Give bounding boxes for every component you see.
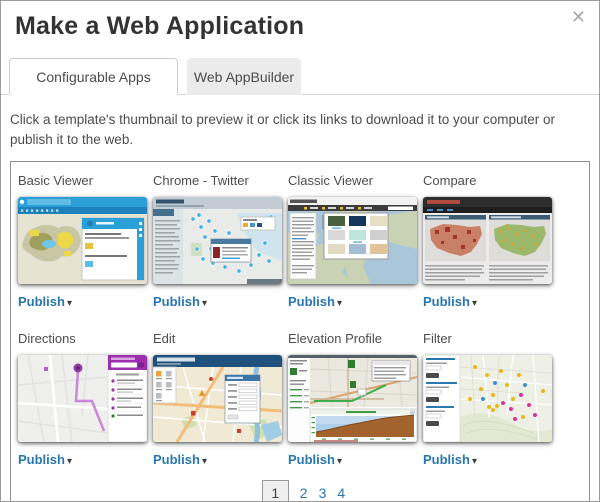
publish-menu-chrome-twitter[interactable]: Publish▾ <box>153 293 288 311</box>
edit-preview-image <box>153 355 282 442</box>
publish-caret-icon: ▾ <box>67 298 72 309</box>
publish-caret-icon: ▾ <box>337 298 342 309</box>
publish-caret-icon: ▾ <box>67 456 72 467</box>
tab-configurable-apps[interactable]: Configurable Apps <box>9 58 178 95</box>
template-title: Filter <box>423 331 558 346</box>
pagination-page-2[interactable]: 2 <box>300 485 308 501</box>
publish-link[interactable]: Publish <box>153 452 200 467</box>
elevation-profile-preview-image <box>288 355 417 442</box>
close-icon[interactable]: ✕ <box>571 8 586 26</box>
publish-caret-icon: ▾ <box>202 456 207 467</box>
template-title: Edit <box>153 331 288 346</box>
publish-menu-edit[interactable]: Publish▾ <box>153 451 288 469</box>
template-thumbnail-chrome-twitter[interactable] <box>153 197 282 284</box>
template-gallery-panel: Basic Viewer <box>10 161 590 502</box>
filter-preview-image <box>423 355 552 442</box>
publish-link[interactable]: Publish <box>18 452 65 467</box>
template-card-chrome-twitter: Chrome - Twitter <box>153 171 288 311</box>
template-card-edit: Edit <box>153 329 288 469</box>
template-thumbnail-directions[interactable] <box>18 355 147 442</box>
tab-bar: Configurable Apps Web AppBuilder <box>1 58 599 95</box>
publish-menu-compare[interactable]: Publish▾ <box>423 293 558 311</box>
compare-preview-image <box>423 197 552 284</box>
pagination-page-current[interactable]: 1 <box>262 480 289 502</box>
template-thumbnail-classic-viewer[interactable] <box>288 197 417 284</box>
dialog-header: Make a Web Application ✕ <box>1 1 599 41</box>
template-thumbnail-edit[interactable] <box>153 355 282 442</box>
pagination-page-4[interactable]: 4 <box>337 485 345 501</box>
publish-menu-basic-viewer[interactable]: Publish▾ <box>18 293 153 311</box>
pagination: 1 2 3 4 <box>18 480 589 502</box>
publish-link[interactable]: Publish <box>288 452 335 467</box>
basic-viewer-preview-image <box>18 197 147 284</box>
make-web-application-dialog: Make a Web Application ✕ Configurable Ap… <box>0 0 600 502</box>
publish-caret-icon: ▾ <box>337 456 342 467</box>
template-card-classic-viewer: Classic Viewer <box>288 171 423 311</box>
publish-caret-icon: ▾ <box>472 298 477 309</box>
publish-link[interactable]: Publish <box>423 294 470 309</box>
publish-caret-icon: ▾ <box>202 298 207 309</box>
publish-menu-elevation-profile[interactable]: Publish▾ <box>288 451 423 469</box>
publish-link[interactable]: Publish <box>423 452 470 467</box>
chrome-twitter-preview-image <box>153 197 282 284</box>
tab-web-appbuilder[interactable]: Web AppBuilder <box>187 58 301 95</box>
template-thumbnail-filter[interactable] <box>423 355 552 442</box>
publish-link[interactable]: Publish <box>288 294 335 309</box>
template-card-filter: Filter <box>423 329 558 469</box>
pagination-page-3[interactable]: 3 <box>319 485 327 501</box>
publish-link[interactable]: Publish <box>153 294 200 309</box>
template-title: Elevation Profile <box>288 331 423 346</box>
template-title: Compare <box>423 173 558 188</box>
template-grid: Basic Viewer <box>18 171 589 469</box>
template-title: Directions <box>18 331 153 346</box>
template-card-compare: Compare <box>423 171 558 311</box>
dialog-title: Make a Web Application <box>15 12 585 41</box>
template-title: Classic Viewer <box>288 173 423 188</box>
template-card-directions: Directions <box>18 329 153 469</box>
template-thumbnail-compare[interactable] <box>423 197 552 284</box>
publish-menu-directions[interactable]: Publish▾ <box>18 451 153 469</box>
publish-menu-classic-viewer[interactable]: Publish▾ <box>288 293 423 311</box>
publish-caret-icon: ▾ <box>472 456 477 467</box>
template-thumbnail-elevation-profile[interactable] <box>288 355 417 442</box>
template-thumbnail-basic-viewer[interactable] <box>18 197 147 284</box>
publish-menu-filter[interactable]: Publish▾ <box>423 451 558 469</box>
template-card-elevation-profile: Elevation Profile <box>288 329 423 469</box>
publish-link[interactable]: Publish <box>18 294 65 309</box>
directions-preview-image <box>18 355 147 442</box>
instruction-text: Click a template's thumbnail to preview … <box>10 110 589 149</box>
template-title: Chrome - Twitter <box>153 173 288 188</box>
classic-viewer-preview-image <box>288 197 417 284</box>
template-title: Basic Viewer <box>18 173 153 188</box>
template-card-basic-viewer: Basic Viewer <box>18 171 153 311</box>
